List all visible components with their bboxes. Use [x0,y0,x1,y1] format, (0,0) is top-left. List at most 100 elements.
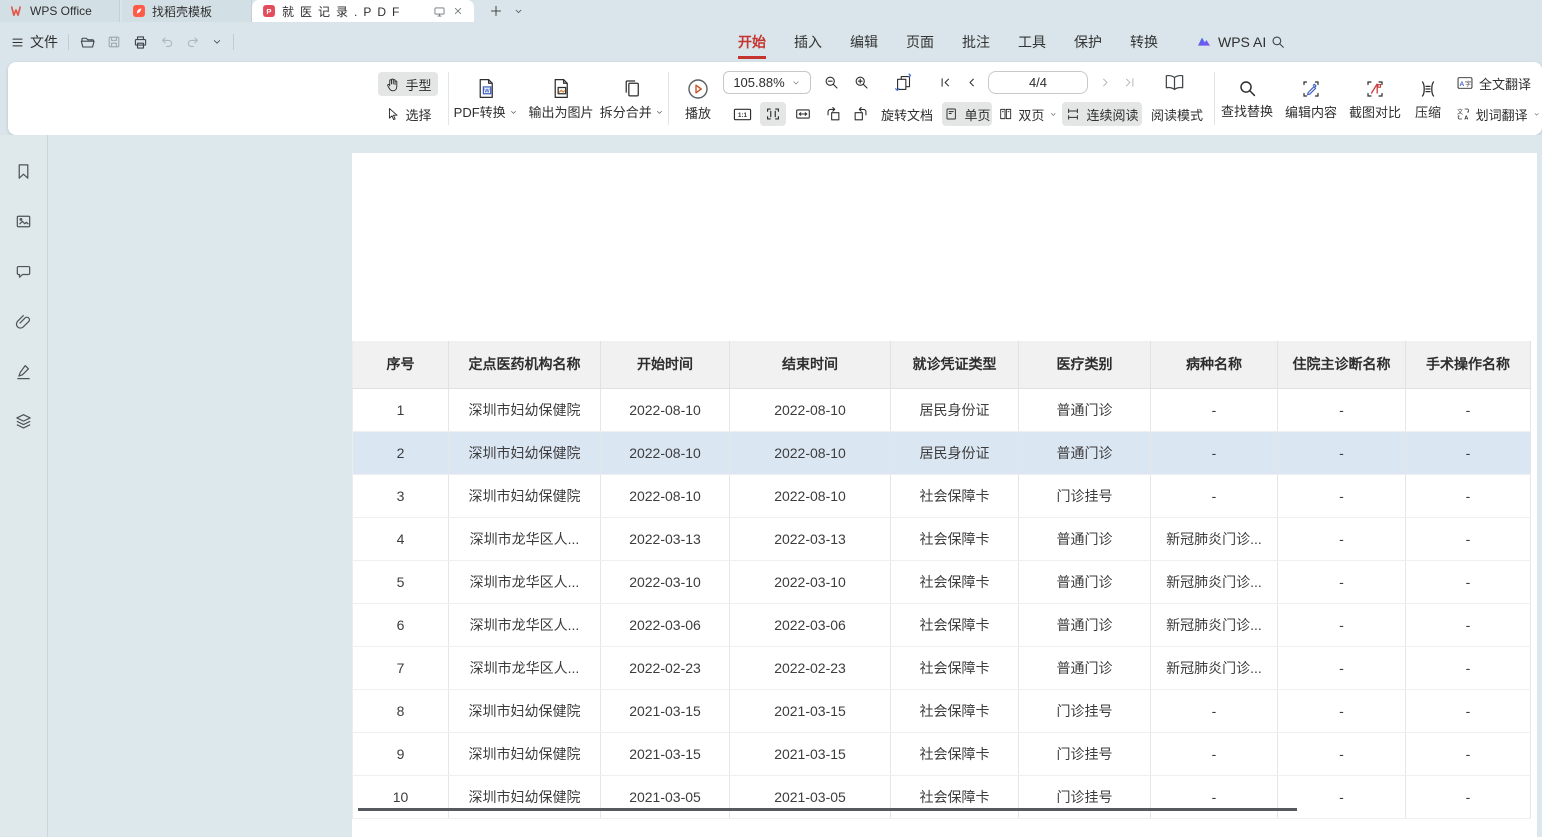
table-cell: 深圳市妇幼保健院 [449,431,601,474]
table-cell: - [1151,775,1278,818]
table-cell: - [1406,517,1531,560]
undo-icon[interactable] [159,34,175,50]
table-cell: 2 [353,431,449,474]
redo-icon[interactable] [185,34,201,50]
fit-page-button[interactable] [760,102,786,126]
menu-item-3[interactable]: 页面 [892,22,948,62]
rotate-document-button[interactable]: 旋转文档 [876,102,938,126]
column-header: 医疗类别 [1019,341,1151,388]
menu-item-0[interactable]: 开始 [724,22,780,62]
single-page-icon [943,106,959,122]
chevron-down-icon [791,78,801,88]
prev-page-button[interactable] [960,71,982,94]
rotate-right-button[interactable] [848,102,874,126]
tab-document-pdf[interactable]: 就医记录.PDF [252,0,474,22]
table-row: 10深圳市妇幼保健院2021-03-052021-03-05社会保障卡门诊挂号-… [353,775,1531,818]
monitor-icon[interactable] [433,5,446,18]
table-cell: 新冠肺炎门诊... [1151,603,1278,646]
table-cell: 门诊挂号 [1019,732,1151,775]
table-cell: - [1278,474,1406,517]
screenshot-compare-button[interactable]: 截图对比 [1344,68,1406,130]
docer-icon [132,4,146,18]
file-menu-button[interactable]: 文件 [10,32,58,52]
next-page-button[interactable] [1094,71,1116,94]
search-icon[interactable] [1270,22,1286,62]
word-translate-button[interactable]: 划词翻译 [1456,102,1540,126]
hand-tool-button[interactable]: 手型 [378,72,438,96]
double-page-button[interactable]: 双页 [998,102,1058,126]
new-tab-plus-icon[interactable] [486,0,506,22]
export-image-icon [550,77,573,100]
table-cell: 2022-03-06 [601,603,730,646]
menu-item-6[interactable]: 保护 [1060,22,1116,62]
menu-item-4[interactable]: 批注 [948,22,1004,62]
table-cell: 9 [353,732,449,775]
hand-icon [384,76,400,92]
thumbnail-icon[interactable] [10,207,38,235]
menu-item-5[interactable]: 工具 [1004,22,1060,62]
table-cell: 2021-03-15 [601,689,730,732]
column-header: 序号 [353,341,449,388]
table-cell: 2022-08-10 [730,388,891,431]
table-cell: - [1151,388,1278,431]
chevron-down-icon[interactable] [211,36,223,48]
save-icon[interactable] [106,34,122,50]
rotate-pages-button[interactable] [888,70,920,95]
close-icon[interactable] [452,5,464,17]
tab-list-chevron-icon[interactable] [508,0,528,22]
table-cell: 普通门诊 [1019,560,1151,603]
play-button[interactable]: 播放 [670,68,726,130]
continuous-read-icon [1065,106,1081,122]
rotate-left-button[interactable] [820,102,846,126]
double-page-icon [998,106,1013,122]
last-page-button[interactable] [1118,71,1140,94]
read-mode-book-icon[interactable] [1158,69,1190,95]
split-merge-button[interactable]: ​拆分合并 [600,68,664,130]
divider [1214,72,1215,125]
layers-icon[interactable] [10,407,38,435]
pdf-convert-button[interactable]: ​PDF转换 [450,68,522,130]
tab-docer-templates[interactable]: 找稻壳模板 [122,0,252,22]
table-cell: 居民身份证 [891,388,1019,431]
tab-wps-office[interactable]: WPS Office [0,0,120,22]
bookmark-icon[interactable] [10,157,38,185]
compress-button[interactable]: 压缩 [1406,68,1450,130]
table-cell: 2022-03-06 [730,603,891,646]
table-cell: - [1406,646,1531,689]
table-cell: 2022-03-10 [601,560,730,603]
menu-items: 开始插入编辑页面批注工具保护转换 [724,22,1172,62]
edit-content-button[interactable]: 编辑内容 [1280,68,1342,130]
zoom-in-button[interactable] [848,71,874,94]
full-translate-button[interactable]: 全文翻译 [1456,71,1538,95]
first-page-icon [938,75,953,90]
menu-item-7[interactable]: 转换 [1116,22,1172,62]
select-tool-button[interactable]: 选择 [378,102,438,126]
table-cell: 深圳市龙华区人... [449,560,601,603]
fit-width-button[interactable] [790,102,816,126]
continuous-read-button[interactable]: 连续阅读 [1062,102,1142,126]
table-cell: - [1151,689,1278,732]
menu-item-2[interactable]: 编辑 [836,22,892,62]
menu-item-1[interactable]: 插入 [780,22,836,62]
signature-icon[interactable] [10,357,38,385]
table-cell: - [1278,388,1406,431]
first-page-button[interactable] [934,71,956,94]
table-cell: 2021-03-15 [730,689,891,732]
zoom-out-button[interactable] [818,71,844,94]
attachment-icon[interactable] [10,307,38,335]
page-number-input[interactable]: 4/4 [988,71,1088,94]
comment-icon[interactable] [10,257,38,285]
zoom-level-select[interactable]: 105.88% [723,71,811,94]
export-as-image-button[interactable]: 输出为图片 [522,68,600,130]
find-replace-button[interactable]: 查找替换 [1216,68,1278,130]
open-folder-icon[interactable] [79,34,96,51]
actual-size-button[interactable] [728,102,756,126]
single-page-button[interactable]: 单页 [942,102,992,126]
wps-ai-button[interactable]: WPS AI [1196,22,1266,62]
column-header: 就诊凭证类型 [891,341,1019,388]
print-icon[interactable] [132,34,149,51]
read-mode-button[interactable]: 阅读模式 [1146,102,1208,126]
table-cell: 普通门诊 [1019,388,1151,431]
table-cell: 门诊挂号 [1019,689,1151,732]
chevron-down-icon [509,108,518,117]
